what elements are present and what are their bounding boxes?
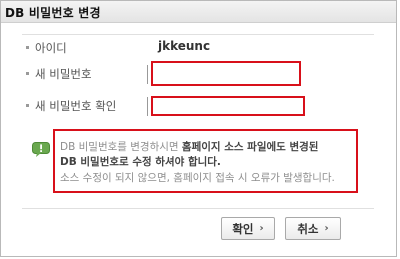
confirm-password-input[interactable] [151, 96, 305, 116]
dialog-title: DB 비밀번호 변경 [5, 6, 101, 20]
input-border-tick [147, 65, 148, 84]
top-divider [22, 34, 374, 35]
bullet-icon [26, 72, 29, 75]
cancel-button[interactable]: 취소 › [285, 217, 341, 240]
bottom-divider [22, 208, 374, 209]
notice-line-1-plain: DB 비밀번호를 변경하시면 [60, 141, 182, 153]
new-password-input[interactable] [151, 61, 301, 86]
input-border-tick [147, 97, 148, 116]
notice-line-1-bold: 홈페이지 소스 파일에도 변경된 [181, 141, 319, 153]
id-label: 아이디 [35, 41, 67, 55]
notice-line-3: 소스 수정이 되지 않으면, 홈페이지 접속 시 오류가 발생합니다. [60, 172, 335, 184]
notice-line-2-bold: DB 비밀번호로 수정 하셔야 합니다. [60, 156, 221, 168]
confirm-password-label: 새 비밀번호 확인 [35, 99, 117, 113]
new-password-label: 새 비밀번호 [35, 67, 92, 81]
cancel-button-label: 취소 [297, 221, 319, 236]
dialog-titlebar: DB 비밀번호 변경 [1, 1, 396, 23]
notice-line-2: DB 비밀번호로 수정 하셔야 합니다. [60, 154, 221, 169]
bullet-icon [26, 46, 29, 49]
confirm-button[interactable]: 확인 › [221, 217, 275, 240]
notice-line-1: DB 비밀번호를 변경하시면 홈페이지 소스 파일에도 변경된 [60, 139, 318, 154]
speech-bubble-exclamation-icon [32, 142, 50, 157]
id-row: 아이디 jkkeunc [26, 38, 346, 60]
chevron-right-icon: › [324, 223, 329, 234]
id-value: jkkeunc [158, 39, 211, 53]
chevron-right-icon: › [259, 223, 264, 234]
confirm-button-label: 확인 [232, 221, 254, 236]
bullet-icon [26, 104, 29, 107]
